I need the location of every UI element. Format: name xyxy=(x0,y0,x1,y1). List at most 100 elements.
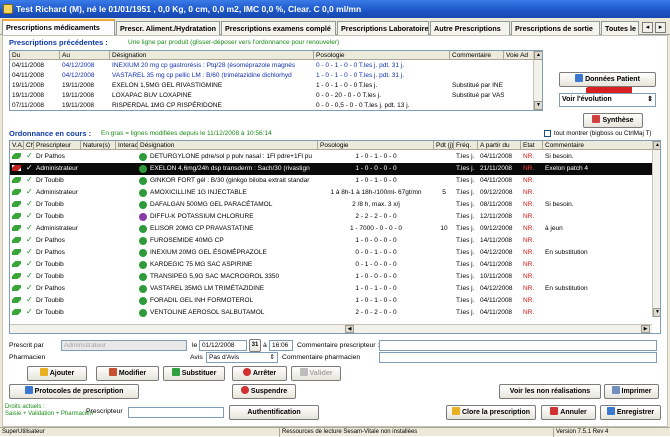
enregistrer-button[interactable]: Enregistrer xyxy=(600,405,661,420)
col-header-commentaire[interactable]: Commentaire xyxy=(450,51,504,60)
cell-commentaire xyxy=(543,307,652,319)
valider-button[interactable]: Valider xyxy=(291,366,341,381)
table-row[interactable]: ✓ Dr Pathos FUROSEMIDE 40MG CP 1 - 0 - 0 - … xyxy=(10,235,660,247)
tab-toutes[interactable]: Toutes le xyxy=(601,21,639,35)
authentification-button[interactable]: Authentification xyxy=(229,405,319,420)
table-row[interactable]: ✓ Dr Pathos DETURGYLONE pdre/sol p pulv na… xyxy=(10,151,660,163)
tab-autres-prescriptions[interactable]: Autre Prescriptions xyxy=(430,21,510,35)
table-row[interactable]: 19/11/2008 19/11/2008 EXELON 1,5MG GEL R… xyxy=(10,81,542,91)
table-row[interactable]: ✓ Dr Toubib VENTOLINE AEROSOL SALBUTAMOL 2 … xyxy=(10,307,660,319)
scroll-up-icon[interactable]: ▲ xyxy=(653,141,660,150)
cell-designation: FUROSEMIDE 40MG CP xyxy=(150,237,224,244)
col-header-du[interactable]: Du xyxy=(10,51,60,60)
clore-prescription-button[interactable]: Clore la prescription xyxy=(446,405,536,420)
col-header-designation[interactable]: Désignation xyxy=(138,141,318,150)
col-header-commentaire[interactable]: Commentaire xyxy=(543,141,653,150)
col-header-a-partir-du[interactable]: A partir du xyxy=(478,141,521,150)
modifier-button[interactable]: Modifier xyxy=(96,366,159,381)
window-title: Test Richard (M), né le 01/01/1951 , 0,0… xyxy=(16,4,362,14)
cell-pdt: 5 xyxy=(442,189,446,196)
cell-etat: NR. xyxy=(523,201,535,208)
col-header-freq[interactable]: Fréq. xyxy=(454,141,478,150)
annuler-button[interactable]: Annuler xyxy=(541,405,596,420)
synthese-button[interactable]: Synthèse xyxy=(583,113,643,128)
validated-icon xyxy=(12,225,21,231)
non-realisations-button[interactable]: Voir les non réalisations xyxy=(499,384,601,399)
commentaire-pharmacien-field[interactable] xyxy=(379,352,657,363)
donnees-patient-button[interactable]: Données Patient xyxy=(559,72,656,87)
cell-au: 19/11/2008 xyxy=(62,102,95,109)
table-row[interactable]: 04/11/2008 04/12/2008 VASTAREL 35 mg cp … xyxy=(10,71,542,81)
table-row[interactable]: 07/11/2008 19/11/2008 RISPERDAL 1MG CP R… xyxy=(10,101,542,110)
substituer-button[interactable]: Substituer xyxy=(163,366,225,381)
col-header-pdt[interactable]: Pdt (j) xyxy=(434,141,454,150)
imprimer-button[interactable]: Imprimer xyxy=(604,384,659,399)
commentaire-prescripteur-field[interactable] xyxy=(379,340,657,351)
col-header-etat[interactable]: Etat xyxy=(521,141,543,150)
cell-du: 19/11/2008 xyxy=(12,92,45,99)
col-header-interac[interactable]: Interac xyxy=(116,141,138,150)
table-row[interactable]: ✓ Dr Pathos VASTAREL 35MG LM TRIMÉTAZIDINE… xyxy=(10,283,660,295)
cell-etat: NR. xyxy=(523,273,535,280)
col-header-ch[interactable]: Ch xyxy=(24,141,34,150)
show-all-checkbox[interactable] xyxy=(544,130,551,137)
table-row[interactable]: ✓ Administrateur AMOXICILLINE 1G INJECTABL… xyxy=(10,187,660,199)
checked-icon: ✓ xyxy=(26,283,33,292)
tab-prescriptions-sortie[interactable]: Prescriptions de sortie xyxy=(511,21,600,35)
table-row[interactable]: ✓ Dr Toubib DAFALGAN 500MG GEL PARACÉTAMOL… xyxy=(10,199,660,211)
table-row[interactable]: ✓ Dr Toubib FORADIL GEL INH FORMOTEROL 1 - … xyxy=(10,295,660,307)
tab-scroll-right-icon[interactable]: ▸ xyxy=(655,22,666,33)
tab-prescr-aliment[interactable]: Prescr. Aliment./Hydratation xyxy=(116,21,220,35)
commentaire-pharmacien-label: Commentaire pharmacien xyxy=(282,354,361,361)
table-row[interactable]: 19/11/2008 19/11/2008 LOXAPAC BUV LOXAPI… xyxy=(10,91,542,101)
col-header-designation[interactable]: Désignation xyxy=(110,51,314,60)
table-row[interactable]: 04/11/2008 04/12/2008 INEXIUM 20 mg cp g… xyxy=(10,61,542,71)
table-row[interactable]: ✓ Dr Toubib GINKOR FORT gél : B/30 (ginkgo… xyxy=(10,175,660,187)
col-header-au[interactable]: Au xyxy=(60,51,110,60)
cell-a-partir-du: 21/11/2008 xyxy=(480,165,513,172)
tab-examens-complementaires[interactable]: Prescriptions examens complé xyxy=(221,21,336,35)
col-header-prescripteur[interactable]: Prescripteur xyxy=(34,141,81,150)
scroll-left-icon[interactable]: ◀ xyxy=(345,325,354,333)
col-header-posologie[interactable]: Posologie xyxy=(318,141,434,150)
cell-designation: LOXAPAC BUV LOXAPINE xyxy=(112,92,192,99)
date-field[interactable]: 01/12/2008 xyxy=(199,340,247,351)
protocoles-button[interactable]: Protocoles de prescription xyxy=(9,384,139,399)
scroll-down-icon[interactable]: ▼ xyxy=(534,101,542,110)
arreter-button[interactable]: Arrêter xyxy=(232,366,287,381)
prescripteur-field[interactable] xyxy=(128,407,224,418)
scroll-right-icon[interactable]: ▶ xyxy=(641,325,650,333)
previous-prescriptions-grid[interactable]: Du Au Désignation Posologie Commentaire … xyxy=(9,50,543,111)
table-row[interactable]: ✓ Dr Toubib DIFFU-K POTASSIUM CHLORURE 2 - … xyxy=(10,211,660,223)
table-row[interactable]: ✓ Dr Pathos INEXIUM 20MG GEL ÉSOMÉPRAZOLE 0… xyxy=(10,247,660,259)
time-field[interactable]: 16:06 xyxy=(269,340,293,351)
ajouter-button[interactable]: Ajouter xyxy=(27,366,87,381)
table-row[interactable]: ✓ Dr Toubib TRANSIPEG 5,9G SAC MACROGROL 3… xyxy=(10,271,660,283)
col-header-nature[interactable]: Nature(s) xyxy=(81,141,116,150)
scroll-up-icon[interactable]: ▲ xyxy=(534,51,542,60)
tab-scroll-left-icon[interactable]: ◂ xyxy=(642,22,653,33)
col-header-voie[interactable]: Voie Ad xyxy=(504,51,534,60)
current-grid-scrollbar[interactable]: ▲ ▼ xyxy=(652,141,660,317)
scroll-down-icon[interactable]: ▼ xyxy=(653,308,660,317)
calendar-button[interactable]: 31 xyxy=(249,339,261,352)
tab-laboratoires[interactable]: Prescriptions Laboratoires xyxy=(337,21,429,35)
table-row[interactable]: ✓ Administrateur ELISOR 20MG CP PRAVASTATI… xyxy=(10,223,660,235)
table-row[interactable]: ✓ Administrateur EXELON 4,6mg/24h dsp tran… xyxy=(10,163,660,175)
col-header-posologie[interactable]: Posologie xyxy=(314,51,450,60)
col-header-va[interactable]: V.A. xyxy=(10,141,24,150)
cell-a-partir-du: 14/11/2008 xyxy=(480,237,513,244)
cell-prescripteur: Administrateur xyxy=(36,189,78,196)
table-row[interactable]: ✓ Dr Toubib KARDEGIC 75 MG SAC ASPIRINE 0 -… xyxy=(10,259,660,271)
current-prescription-grid[interactable]: V.A. Ch Prescripteur Nature(s) Interac D… xyxy=(9,140,661,334)
tab-prescriptions-medicaments[interactable]: Prescriptions médicaments xyxy=(2,19,115,35)
cell-freq: T.les j. xyxy=(456,213,475,220)
previous-grid-scrollbar[interactable]: ▲ ▼ xyxy=(533,51,542,110)
avis-select[interactable]: Pas d'Avis ⇕ xyxy=(206,352,278,363)
current-grid-hscrollbar[interactable]: ◀ ▶ xyxy=(10,324,652,333)
suspendre-button[interactable]: Suspendre xyxy=(232,384,296,399)
cell-commentaire: Si besoin. xyxy=(545,153,574,160)
cell-designation: INEXIUM 20 mg cp gastrorésis : Ptq/28 (é… xyxy=(112,62,296,69)
suspendre-label: Suspendre xyxy=(250,388,288,395)
evolution-select[interactable]: Voir l'évolution ⇕ xyxy=(559,93,656,107)
